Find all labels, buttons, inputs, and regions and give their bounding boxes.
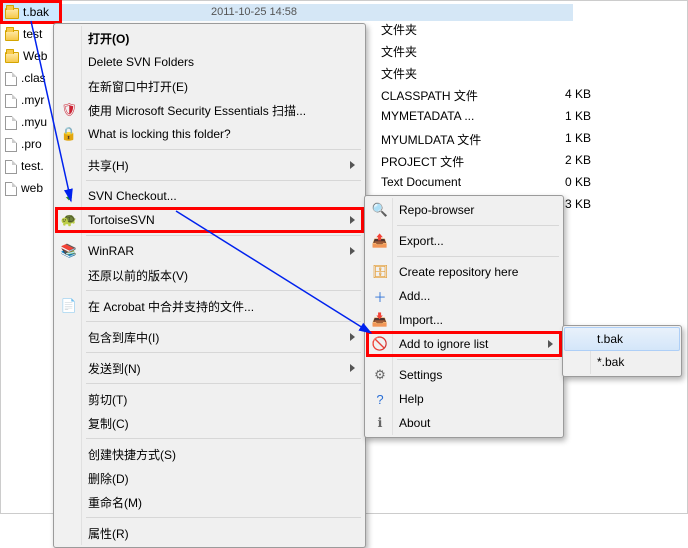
file-name: web <box>21 181 43 195</box>
winrar-icon: 📚 <box>61 243 77 259</box>
tortoise-icon: 🐢 <box>61 212 77 228</box>
document-icon <box>5 94 17 108</box>
submenu-settings[interactable]: ⚙ Settings <box>367 363 561 387</box>
main-context-menu: 打开(O) Delete SVN Folders 在新窗口中打开(E) 🛡 使用… <box>53 23 366 548</box>
menu-share[interactable]: 共享(H) <box>56 153 363 177</box>
export-icon: 📤 <box>372 233 388 249</box>
file-list: t.bak test Web .clas .myr .myu .pro test… <box>1 1 61 199</box>
file-name: test. <box>21 159 44 173</box>
header-date: 2011-10-25 14:58 <box>211 6 297 18</box>
tortoisesvn-submenu: 🔍 Repo-browser 📤 Export... 🗄 Create repo… <box>364 195 564 438</box>
menu-restore-previous[interactable]: 还原以前的版本(V) <box>56 263 363 287</box>
menu-rename[interactable]: 重命名(M) <box>56 490 363 514</box>
file-name: Web <box>23 49 47 63</box>
file-row[interactable]: .pro <box>1 133 61 155</box>
detail-size: 1 KB <box>531 109 591 131</box>
submenu-create-repo[interactable]: 🗄 Create repository here <box>367 260 561 284</box>
svn-checkout-icon: ⬇ <box>61 188 77 204</box>
file-name: t.bak <box>23 5 49 19</box>
file-name: .clas <box>21 71 46 85</box>
file-name: test <box>23 27 42 41</box>
menu-send-to[interactable]: 发送到(N) <box>56 356 363 380</box>
repo-icon: 🔍 <box>372 202 388 218</box>
submenu-add[interactable]: ＋ Add... <box>367 284 561 308</box>
submenu-add-ignore[interactable]: 🚫 Add to ignore list <box>367 332 561 356</box>
gear-icon: ⚙ <box>372 367 388 383</box>
folder-icon <box>5 30 19 41</box>
file-row[interactable]: .clas <box>1 67 61 89</box>
submenu-import[interactable]: 📥 Import... <box>367 308 561 332</box>
document-icon <box>5 182 17 196</box>
folder-icon <box>5 52 19 63</box>
help-icon: ? <box>372 391 388 407</box>
menu-open-new-window[interactable]: 在新窗口中打开(E) <box>56 74 363 98</box>
ignore-item-starbak[interactable]: *.bak <box>565 350 679 374</box>
file-name: .pro <box>21 137 42 151</box>
document-icon <box>5 116 17 130</box>
detail-size: 1 KB <box>531 131 591 153</box>
ignore-icon: 🚫 <box>372 336 388 352</box>
file-row[interactable]: .myr <box>1 89 61 111</box>
file-row[interactable]: Web <box>1 45 61 67</box>
menu-mse-scan[interactable]: 🛡 使用 Microsoft Security Essentials 扫描... <box>56 98 363 122</box>
detail-size <box>531 65 591 87</box>
menu-copy[interactable]: 复制(C) <box>56 411 363 435</box>
menu-include-library[interactable]: 包含到库中(I) <box>56 325 363 349</box>
header-strip <box>53 4 573 21</box>
detail-size <box>531 21 591 43</box>
detail-type: MYUMLDATA 文件 <box>381 131 531 153</box>
file-row[interactable]: .myu <box>1 111 61 133</box>
file-row[interactable]: test <box>1 23 61 45</box>
menu-properties[interactable]: 属性(R) <box>56 521 363 545</box>
menu-open[interactable]: 打开(O) <box>56 26 363 50</box>
file-row-tbak[interactable]: t.bak <box>1 1 61 23</box>
ignore-list-submenu: t.bak *.bak <box>562 325 682 377</box>
menu-delete-svn-folders[interactable]: Delete SVN Folders <box>56 50 363 74</box>
detail-type: MYMETADATA ... <box>381 109 531 131</box>
details-column: 文件夹 文件夹 文件夹 CLASSPATH 文件4 KB MYMETADATA … <box>381 21 591 219</box>
detail-size <box>531 43 591 65</box>
document-icon <box>5 72 17 86</box>
ignore-item-tbak[interactable]: t.bak <box>564 327 680 351</box>
detail-type: CLASSPATH 文件 <box>381 87 531 109</box>
submenu-help[interactable]: ? Help <box>367 387 561 411</box>
detail-type: 文件夹 <box>381 65 531 87</box>
menu-create-shortcut[interactable]: 创建快捷方式(S) <box>56 442 363 466</box>
file-row[interactable]: web <box>1 177 61 199</box>
submenu-repo-browser[interactable]: 🔍 Repo-browser <box>367 198 561 222</box>
pdf-icon: 📄 <box>61 298 77 314</box>
document-icon <box>5 138 17 152</box>
import-icon: 📥 <box>372 312 388 328</box>
about-icon: ℹ <box>372 415 388 431</box>
menu-lock-folder[interactable]: 🔒 What is locking this folder? <box>56 122 363 146</box>
submenu-export[interactable]: 📤 Export... <box>367 229 561 253</box>
detail-type: Text Document <box>381 175 531 197</box>
detail-size: 2 KB <box>531 153 591 175</box>
file-name: .myr <box>21 93 44 107</box>
db-icon: 🗄 <box>372 264 388 280</box>
menu-delete[interactable]: 删除(D) <box>56 466 363 490</box>
menu-tortoisesvn[interactable]: 🐢 TortoiseSVN <box>56 208 363 232</box>
menu-svn-checkout[interactable]: ⬇ SVN Checkout... <box>56 184 363 208</box>
menu-cut[interactable]: 剪切(T) <box>56 387 363 411</box>
folder-icon <box>5 8 19 19</box>
detail-type: 文件夹 <box>381 21 531 43</box>
menu-winrar[interactable]: 📚 WinRAR <box>56 239 363 263</box>
detail-size: 4 KB <box>531 87 591 109</box>
detail-size: 0 KB <box>531 175 591 197</box>
menu-acrobat-combine[interactable]: 📄 在 Acrobat 中合并支持的文件... <box>56 294 363 318</box>
file-row[interactable]: test. <box>1 155 61 177</box>
detail-type: 文件夹 <box>381 43 531 65</box>
submenu-about[interactable]: ℹ About <box>367 411 561 435</box>
lock-icon: 🔒 <box>61 126 77 142</box>
file-name: .myu <box>21 115 47 129</box>
plus-icon: ＋ <box>372 288 388 304</box>
shield-icon: 🛡 <box>61 102 77 118</box>
document-icon <box>5 160 17 174</box>
detail-type: PROJECT 文件 <box>381 153 531 175</box>
